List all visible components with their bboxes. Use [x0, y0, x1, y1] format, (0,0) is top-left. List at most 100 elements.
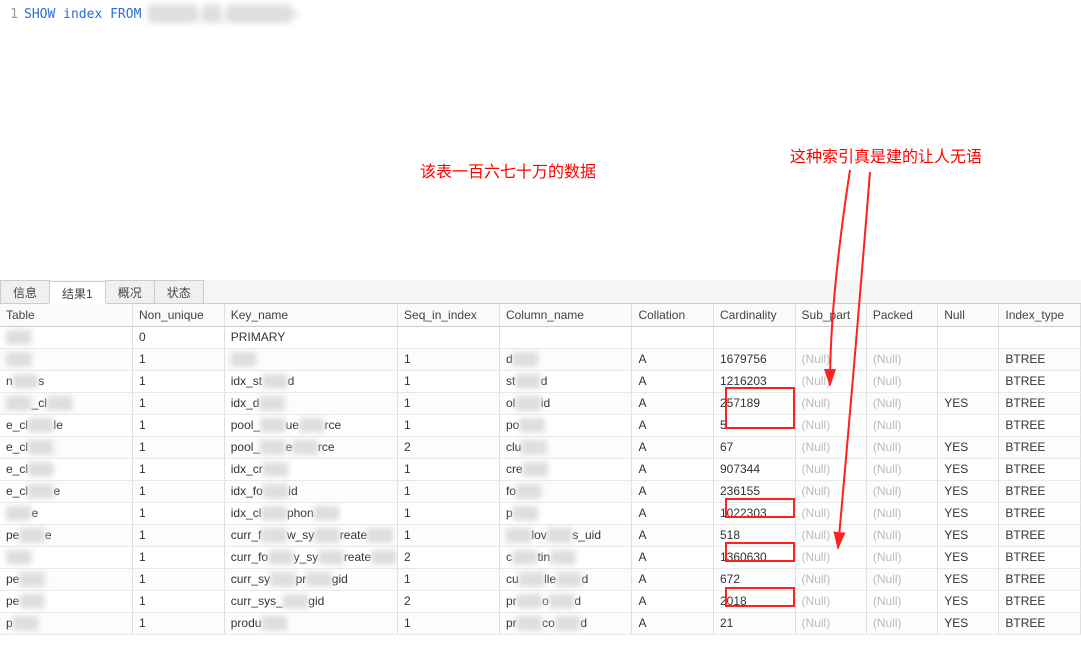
cell-table[interactable]: ███ — [0, 546, 133, 568]
cell-seq[interactable]: 1 — [398, 524, 500, 546]
cell-itype[interactable]: BTREE — [999, 414, 1081, 436]
table-row[interactable]: pe███1curr_sys_███gid2pr███o███dA2018(Nu… — [0, 590, 1081, 612]
cell-sub[interactable]: (Null) — [795, 348, 866, 370]
cell-itype[interactable]: BTREE — [999, 458, 1081, 480]
tab-状态[interactable]: 状态 — [154, 280, 204, 303]
cell-packed[interactable]: (Null) — [866, 480, 937, 502]
cell-col[interactable]: fo███ — [499, 480, 632, 502]
column-header[interactable]: Key_name — [224, 304, 397, 326]
cell-itype[interactable]: BTREE — [999, 590, 1081, 612]
cell-key[interactable]: pool_███e███rce — [224, 436, 397, 458]
cell-seq[interactable]: 1 — [398, 458, 500, 480]
cell-non_unique[interactable]: 1 — [133, 392, 225, 414]
cell-table[interactable]: e_cl███ — [0, 458, 133, 480]
cell-key[interactable]: curr_f███w_sy███reate███ — [224, 524, 397, 546]
cell-col[interactable]: cu███lle███d — [499, 568, 632, 590]
cell-col[interactable] — [499, 326, 632, 348]
cell-nul[interactable]: YES — [938, 568, 999, 590]
cell-key[interactable]: idx_fo███id — [224, 480, 397, 502]
cell-non_unique[interactable]: 1 — [133, 458, 225, 480]
cell-itype[interactable]: BTREE — [999, 546, 1081, 568]
cell-table[interactable]: e_cl███ — [0, 436, 133, 458]
cell-sub[interactable]: (Null) — [795, 436, 866, 458]
cell-nul[interactable] — [938, 326, 999, 348]
cell-key[interactable]: curr_sy███pr███gid — [224, 568, 397, 590]
cell-itype[interactable]: BTREE — [999, 370, 1081, 392]
cell-seq[interactable]: 1 — [398, 480, 500, 502]
cell-sub[interactable]: (Null) — [795, 612, 866, 634]
cell-non_unique[interactable]: 1 — [133, 590, 225, 612]
cell-key[interactable]: produ███ — [224, 612, 397, 634]
cell-packed[interactable]: (Null) — [866, 502, 937, 524]
cell-coll[interactable]: A — [632, 590, 714, 612]
cell-nul[interactable]: YES — [938, 458, 999, 480]
cell-table[interactable]: n███s — [0, 370, 133, 392]
cell-table[interactable]: ███e — [0, 502, 133, 524]
cell-card[interactable]: 1360630 — [713, 546, 795, 568]
cell-col[interactable]: st███d — [499, 370, 632, 392]
table-row[interactable]: e_cl███le1pool_███ue███rce1po███A5(Null)… — [0, 414, 1081, 436]
cell-itype[interactable]: BTREE — [999, 568, 1081, 590]
cell-table[interactable]: ███ — [0, 326, 133, 348]
cell-card[interactable] — [713, 326, 795, 348]
cell-coll[interactable] — [632, 326, 714, 348]
cell-sub[interactable]: (Null) — [795, 370, 866, 392]
cell-coll[interactable]: A — [632, 612, 714, 634]
table-row[interactable]: ███0PRIMARY — [0, 326, 1081, 348]
cell-non_unique[interactable]: 1 — [133, 568, 225, 590]
cell-coll[interactable]: A — [632, 370, 714, 392]
cell-seq[interactable]: 2 — [398, 590, 500, 612]
cell-itype[interactable]: BTREE — [999, 436, 1081, 458]
tab-概况[interactable]: 概况 — [105, 280, 155, 303]
cell-seq[interactable]: 2 — [398, 546, 500, 568]
cell-card[interactable]: 21 — [713, 612, 795, 634]
cell-seq[interactable] — [398, 326, 500, 348]
table-row[interactable]: e_cl███1pool_███e███rce2clu███A67(Null)(… — [0, 436, 1081, 458]
cell-table[interactable]: ███ — [0, 348, 133, 370]
cell-itype[interactable]: BTREE — [999, 392, 1081, 414]
cell-packed[interactable]: (Null) — [866, 612, 937, 634]
cell-sub[interactable]: (Null) — [795, 480, 866, 502]
cell-col[interactable]: po███ — [499, 414, 632, 436]
column-header[interactable]: Null — [938, 304, 999, 326]
cell-packed[interactable]: (Null) — [866, 590, 937, 612]
cell-seq[interactable]: 1 — [398, 568, 500, 590]
cell-col[interactable]: ███lov███s_uid — [499, 524, 632, 546]
table-row[interactable]: ███_cl███1idx_d███1ol███idA257189(Null)(… — [0, 392, 1081, 414]
sql-editor[interactable]: 1 SHOW index FROM ██████_██_████████e — [0, 0, 1081, 28]
table-row[interactable]: pe███1curr_sy███pr███gid1cu███lle███dA67… — [0, 568, 1081, 590]
cell-seq[interactable]: 1 — [398, 612, 500, 634]
cell-coll[interactable]: A — [632, 436, 714, 458]
cell-packed[interactable]: (Null) — [866, 370, 937, 392]
cell-seq[interactable]: 1 — [398, 370, 500, 392]
cell-packed[interactable]: (Null) — [866, 414, 937, 436]
cell-nul[interactable]: YES — [938, 392, 999, 414]
tab-信息[interactable]: 信息 — [0, 280, 50, 303]
cell-coll[interactable]: A — [632, 480, 714, 502]
column-header[interactable]: Table — [0, 304, 133, 326]
cell-packed[interactable]: (Null) — [866, 546, 937, 568]
cell-sub[interactable]: (Null) — [795, 502, 866, 524]
cell-packed[interactable] — [866, 326, 937, 348]
cell-packed[interactable]: (Null) — [866, 458, 937, 480]
cell-card[interactable]: 2018 — [713, 590, 795, 612]
cell-nul[interactable]: YES — [938, 436, 999, 458]
cell-table[interactable]: ███_cl███ — [0, 392, 133, 414]
cell-card[interactable]: 907344 — [713, 458, 795, 480]
cell-key[interactable]: curr_fo███y_sy███reate███ — [224, 546, 397, 568]
cell-packed[interactable]: (Null) — [866, 524, 937, 546]
cell-non_unique[interactable]: 1 — [133, 546, 225, 568]
cell-col[interactable]: pr███co███d — [499, 612, 632, 634]
cell-seq[interactable]: 1 — [398, 348, 500, 370]
table-row[interactable]: n███s1idx_st███d1st███dA1216203(Null)(Nu… — [0, 370, 1081, 392]
cell-card[interactable]: 236155 — [713, 480, 795, 502]
cell-card[interactable]: 67 — [713, 436, 795, 458]
cell-non_unique[interactable]: 0 — [133, 326, 225, 348]
cell-sub[interactable]: (Null) — [795, 414, 866, 436]
cell-card[interactable]: 1216203 — [713, 370, 795, 392]
cell-itype[interactable]: BTREE — [999, 612, 1081, 634]
cell-table[interactable]: e_cl███e — [0, 480, 133, 502]
cell-key[interactable]: pool_███ue███rce — [224, 414, 397, 436]
cell-key[interactable]: idx_cl███phon███ — [224, 502, 397, 524]
cell-itype[interactable]: BTREE — [999, 502, 1081, 524]
